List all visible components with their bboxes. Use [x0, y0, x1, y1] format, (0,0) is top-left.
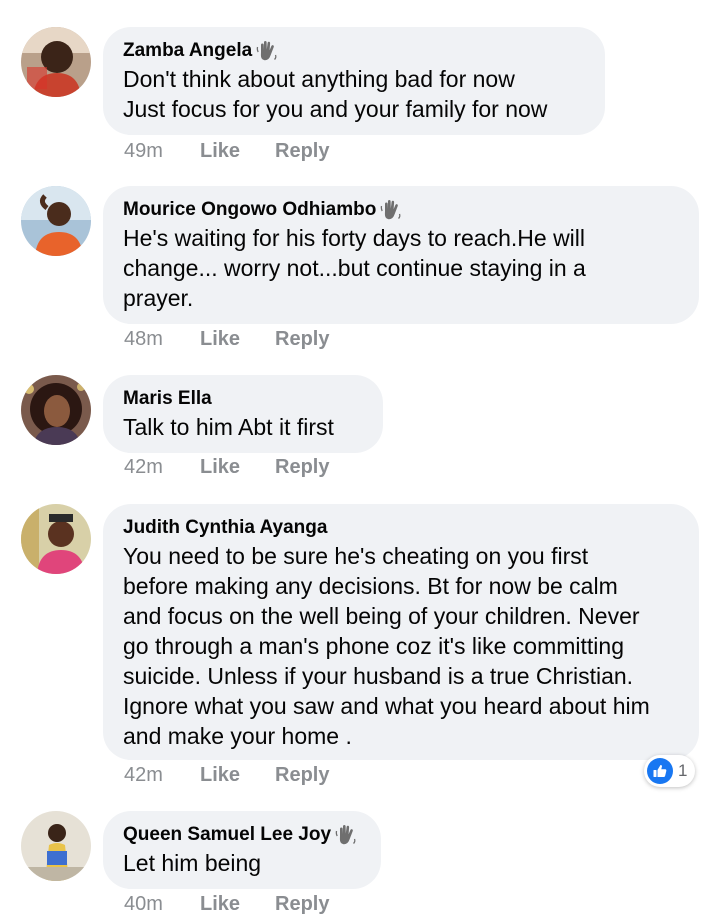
reply-button[interactable]: Reply	[275, 140, 329, 163]
comment-bubble: Queen Samuel Lee Joy Let him being	[103, 811, 381, 889]
waving-hand-icon	[255, 39, 279, 63]
comment-actions: 48m Like Reply	[124, 328, 329, 351]
waving-hand-icon	[379, 198, 403, 222]
comment-author[interactable]: Judith Cynthia Ayanga	[123, 517, 327, 539]
avatar[interactable]	[21, 27, 91, 97]
comment-actions: 49m Like Reply	[124, 140, 329, 163]
comment-actions: 42m Like Reply	[124, 456, 329, 479]
comment-bubble: Judith Cynthia Ayanga You need to be sur…	[103, 504, 699, 760]
comment-bubble: Zamba Angela Don't think about anything …	[103, 27, 605, 135]
avatar[interactable]	[21, 811, 91, 881]
avatar[interactable]	[21, 186, 91, 256]
like-button[interactable]: Like	[200, 328, 275, 351]
reply-button[interactable]: Reply	[275, 764, 329, 787]
comment-text: You need to be sure he's cheating on you…	[123, 543, 650, 749]
reply-button[interactable]: Reply	[275, 893, 329, 916]
comment-time[interactable]: 42m	[124, 456, 200, 479]
like-button[interactable]: Like	[200, 764, 275, 787]
comment-author[interactable]: Maris Ella	[123, 388, 212, 410]
reply-button[interactable]: Reply	[275, 328, 329, 351]
like-button[interactable]: Like	[200, 140, 275, 163]
comment-actions: 42m Like Reply	[124, 764, 329, 787]
waving-hand-icon	[334, 823, 358, 847]
comment-author[interactable]: Mourice Ongowo Odhiambo	[123, 199, 376, 221]
previous-comment-stub: ···	[292, 0, 326, 2]
like-button[interactable]: Like	[200, 456, 275, 479]
comment-author[interactable]: Queen Samuel Lee Joy	[123, 824, 331, 846]
like-button[interactable]: Like	[200, 893, 275, 916]
comment-time[interactable]: 48m	[124, 328, 200, 351]
comment-time[interactable]: 49m	[124, 140, 200, 163]
comment-time[interactable]: 42m	[124, 764, 200, 787]
comment-text: Let him being	[123, 850, 262, 876]
thumbs-up-icon	[647, 758, 673, 784]
reaction-summary[interactable]: 1	[644, 755, 696, 787]
comment-text: Don't think about anything bad for now J…	[123, 66, 548, 122]
comment-text: He's waiting for his forty days to reach…	[123, 225, 586, 311]
comment-bubble: Mourice Ongowo Odhiambo He's waiting for…	[103, 186, 699, 324]
comment-bubble: Maris Ella Talk to him Abt it first	[103, 375, 383, 453]
comment-time[interactable]: 40m	[124, 893, 200, 916]
reaction-count: 1	[678, 761, 688, 780]
avatar[interactable]	[21, 504, 91, 574]
comment-text: Talk to him Abt it first	[123, 414, 334, 440]
comment-author[interactable]: Zamba Angela	[123, 40, 252, 62]
avatar[interactable]	[21, 375, 91, 445]
reply-button[interactable]: Reply	[275, 456, 329, 479]
comment-actions: 40m Like Reply	[124, 893, 329, 916]
